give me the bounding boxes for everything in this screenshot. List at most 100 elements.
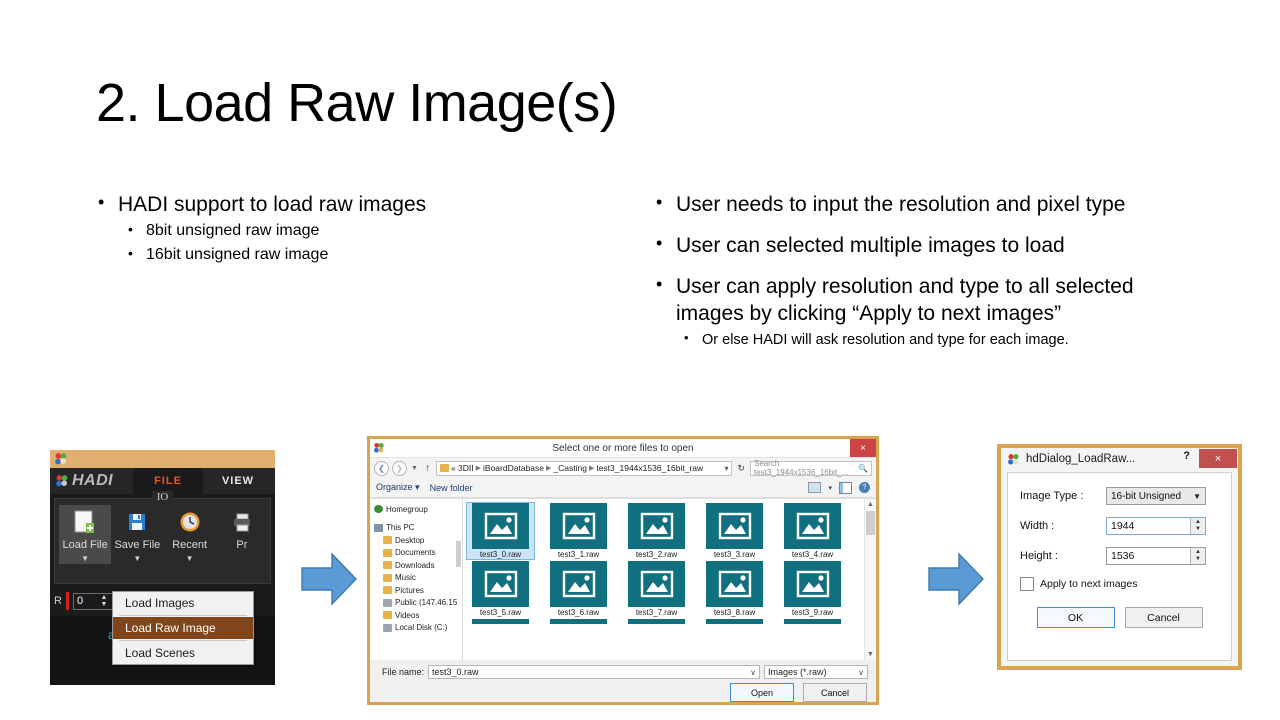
sidebar-item-videos[interactable]: Videos (374, 609, 462, 622)
height-input[interactable]: 1536 ▲ ▼ (1106, 547, 1206, 565)
list-item: Or else HADI will ask resolution and typ… (676, 330, 1190, 350)
scroll-down-icon[interactable]: ▼ (865, 649, 876, 660)
network-drive-icon (383, 598, 392, 607)
file-item[interactable]: test3_8.raw (701, 561, 768, 617)
file-item[interactable]: test3_4.raw (779, 503, 846, 559)
file-item[interactable] (467, 619, 534, 624)
breadcrumb-item[interactable]: « 3DII (451, 463, 474, 473)
file-item[interactable]: test3_7.raw (623, 561, 690, 617)
file-type-select[interactable]: Images (*.raw) ∨ (764, 665, 868, 679)
file-item[interactable]: test3_6.raw (545, 561, 612, 617)
search-input[interactable]: Search test3_1944x1536_16bit_... 🔍 (750, 459, 872, 477)
chevron-down-icon[interactable]: ∨ (858, 668, 864, 677)
breadcrumb[interactable]: « 3DII ▶ iBoardDatabase ▶ _Casting ▶ tes… (435, 460, 733, 476)
help-icon[interactable]: ? (859, 482, 870, 493)
stepper-arrows-icon[interactable]: ▲ ▼ (98, 594, 110, 609)
breadcrumb-item[interactable]: _Casting (553, 463, 587, 473)
scroll-up-icon[interactable]: ▲ (865, 499, 876, 510)
sidebar-item-local-disk[interactable]: Local Disk (C:) (374, 622, 462, 635)
height-value: 1536 (1111, 550, 1135, 562)
sidebar-item-label: Homegroup (386, 504, 428, 514)
file-item[interactable] (623, 619, 690, 624)
bullet-text: Or else HADI will ask resolution and typ… (702, 331, 1069, 348)
checkbox-box[interactable] (1020, 577, 1034, 591)
raw-image-thumbnail-icon (706, 561, 763, 607)
apply-to-next-images-checkbox[interactable]: Apply to next images (1020, 577, 1219, 591)
chevron-down-icon[interactable]: ▼ (1193, 492, 1201, 501)
ribbon-button-recent[interactable]: Recent ▼ (164, 505, 216, 564)
file-item[interactable]: test3_5.raw (467, 561, 534, 617)
sidebar-item-homegroup[interactable]: Homegroup (374, 503, 462, 516)
breadcrumb-item[interactable]: iBoardDatabase (483, 463, 544, 473)
file-item[interactable]: test3_3.raw (701, 503, 768, 559)
image-type-select[interactable]: 16-bit Unsigned ▼ (1106, 487, 1206, 505)
sidebar-scrollbar[interactable] (456, 541, 461, 567)
sidebar-item-this-pc[interactable]: This PC (374, 522, 462, 535)
breadcrumb-item[interactable]: test3_1944x1536_16bit_raw (596, 463, 703, 473)
close-icon[interactable]: × (1199, 449, 1237, 468)
cancel-button[interactable]: Cancel (1124, 607, 1203, 628)
file-name-input[interactable]: test3_0.raw ∨ (428, 665, 760, 679)
downloads-folder-icon (383, 561, 392, 570)
chevron-down-icon[interactable]: ▾ (415, 482, 420, 492)
ok-button[interactable]: OK (1036, 607, 1115, 628)
cancel-button[interactable]: Cancel (803, 683, 867, 702)
sidebar-item-music[interactable]: Music (374, 572, 462, 585)
ribbon-button-save-file[interactable]: Save File ▼ (111, 505, 163, 564)
raw-image-thumbnail-icon (628, 619, 685, 624)
menu-item-load-scenes[interactable]: Load Scenes (113, 642, 253, 664)
new-folder-button[interactable]: New folder (430, 483, 473, 493)
ribbon-button-load-file[interactable]: Load File ▼ (59, 505, 112, 564)
file-item[interactable]: test3_9.raw (779, 561, 846, 617)
cancel-button-label: Cancel (820, 687, 849, 698)
stepper-arrows-icon[interactable]: ▲ ▼ (1190, 548, 1205, 564)
chevron-down-icon[interactable]: ▾ (724, 464, 728, 473)
file-name-label: test3_6.raw (557, 608, 600, 617)
ok-button-label: OK (1067, 611, 1084, 624)
chevron-down-icon[interactable]: ▼ (186, 554, 194, 563)
file-name-label: test3_0.raw (479, 550, 522, 559)
file-item[interactable] (701, 619, 768, 624)
sidebar-item-documents[interactable]: Documents (374, 547, 462, 560)
chevron-down-icon[interactable]: ▾ (828, 484, 832, 492)
open-button[interactable]: Open (730, 683, 794, 702)
chevron-down-icon[interactable]: ▼ (410, 465, 419, 472)
frame-index-stepper[interactable]: 0 ▲ ▼ (72, 592, 113, 610)
width-input[interactable]: 1944 ▲ ▼ (1106, 517, 1206, 535)
sidebar-item-downloads[interactable]: Downloads (374, 559, 462, 572)
chevron-down-icon[interactable]: ▼ (81, 554, 89, 563)
command-bar: Organize ▾ New folder ▾ ? (370, 478, 876, 498)
sidebar-item-desktop[interactable]: Desktop (374, 534, 462, 547)
hadi-title-bar (50, 450, 275, 468)
sidebar-item-pictures[interactable]: Pictures (374, 584, 462, 597)
file-item[interactable] (545, 619, 612, 624)
sidebar-item-public[interactable]: Public (147.46.15 (374, 597, 462, 610)
close-icon[interactable]: × (850, 439, 876, 457)
file-list-scrollbar[interactable]: ▲ ▼ (864, 499, 876, 660)
tab-view[interactable]: VIEW (203, 468, 273, 494)
organize-button[interactable]: Organize ▾ (376, 482, 420, 493)
file-item[interactable] (779, 619, 846, 624)
forward-arrow-icon[interactable]: ❯ (392, 460, 407, 476)
refresh-icon[interactable]: ↻ (735, 463, 747, 474)
back-arrow-icon[interactable]: ❮ (374, 460, 389, 476)
stepper-arrows-icon[interactable]: ▲ ▼ (1190, 518, 1205, 534)
file-item[interactable]: test3_2.raw (623, 503, 690, 559)
menu-item-load-images[interactable]: Load Images (113, 592, 253, 614)
help-icon[interactable]: ? (1183, 450, 1190, 462)
view-layout-icon[interactable] (808, 482, 822, 493)
file-item[interactable]: test3_0.raw (466, 502, 535, 560)
dialog-buttons: OK Cancel (1020, 607, 1219, 628)
ribbon-button-print[interactable]: Pr (216, 505, 268, 564)
preview-pane-icon[interactable] (839, 481, 852, 494)
menu-item-load-raw-image[interactable]: Load Raw Image (113, 617, 253, 639)
raw-image-thumbnail-icon (628, 503, 685, 549)
chevron-down-icon[interactable]: ▼ (133, 554, 141, 563)
file-item[interactable]: test3_1.raw (545, 503, 612, 559)
search-placeholder: Search test3_1944x1536_16bit_... (754, 459, 849, 477)
list-item: 16bit unsigned raw image (118, 244, 612, 266)
scrollbar-thumb[interactable] (866, 511, 875, 535)
up-arrow-icon[interactable]: ↑ (422, 463, 433, 474)
chevron-down-icon[interactable]: ∨ (750, 668, 756, 677)
right-arrow-icon (298, 548, 360, 610)
